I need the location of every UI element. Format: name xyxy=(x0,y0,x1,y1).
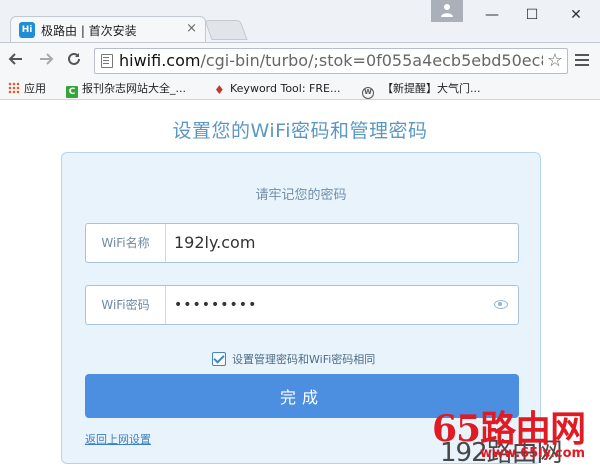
bookmark-reminder[interactable]: 【新提醒】大气门... xyxy=(382,81,481,97)
window-maximize-button[interactable]: ☐ xyxy=(510,0,554,30)
c-site-icon: C xyxy=(66,86,78,98)
bookmark-keyword-tool[interactable]: ♦ Keyword Tool: FRE... xyxy=(214,81,340,97)
address-bar[interactable]: hiwifi.com/cgi-bin/turbo/;stok=0f055a4ec… xyxy=(94,48,568,74)
window-minimize-button[interactable]: — xyxy=(470,0,514,30)
browser-tab[interactable]: Hi 极路由 | 首次安装 × xyxy=(10,16,206,43)
forward-arrow-icon[interactable] xyxy=(36,51,56,71)
tab-close-icon[interactable]: × xyxy=(186,21,197,36)
wifi-password-field: WiFi密码 xyxy=(85,285,519,325)
reload-icon[interactable] xyxy=(64,51,84,71)
tab-title: 极路由 | 首次安装 xyxy=(41,24,137,38)
bookmark-magazines[interactable]: C 报刊杂志网站大全_... xyxy=(66,81,186,98)
wifi-name-input[interactable] xyxy=(174,224,474,262)
watermark-logo: 65路由网 xyxy=(432,408,586,450)
address-url[interactable]: hiwifi.com/cgi-bin/turbo/;stok=0f055a4ec… xyxy=(119,51,543,70)
browser-toolbar: hiwifi.com/cgi-bin/turbo/;stok=0f055a4ec… xyxy=(0,42,600,78)
back-arrow-icon[interactable] xyxy=(6,51,26,71)
same-password-checkbox[interactable] xyxy=(212,352,226,366)
back-to-internet-settings-link[interactable]: 返回上网设置 xyxy=(85,431,151,447)
wordpress-icon: W xyxy=(362,87,374,99)
page-title: 设置您的WiFi密码和管理密码 xyxy=(172,120,428,142)
bookmark-label: Keyword Tool: FRE... xyxy=(230,82,341,95)
profile-button[interactable] xyxy=(431,0,463,22)
url-host: hiwifi.com xyxy=(119,51,201,70)
bookmark-wordpress[interactable]: W xyxy=(362,81,378,99)
watermark-url: www.65ly.com xyxy=(480,446,586,461)
same-password-option[interactable]: 设置管理密码和WiFi密码相同 xyxy=(212,348,376,366)
bookmark-label: 【新提醒】大气门... xyxy=(382,82,481,95)
bookmark-label: 报刊杂志网站大全_... xyxy=(82,82,186,95)
hiwifi-favicon-icon: Hi xyxy=(19,22,35,38)
wifi-password-input[interactable] xyxy=(174,286,474,324)
browser-menu-icon[interactable] xyxy=(575,52,591,70)
page-info-icon[interactable] xyxy=(101,54,113,68)
url-path: /cgi-bin/turbo/;stok=0f055a4ecb5ebd50ec8… xyxy=(200,51,543,70)
apps-grid-icon xyxy=(8,82,20,94)
bookmark-label: 应用 xyxy=(24,82,46,95)
show-password-eye-icon[interactable] xyxy=(494,300,508,309)
keyword-tool-icon: ♦ xyxy=(214,83,225,97)
wifi-name-field: WiFi名称 xyxy=(85,223,519,263)
bookmark-star-icon[interactable]: ☆ xyxy=(547,50,563,71)
wifi-name-label: WiFi名称 xyxy=(86,224,166,262)
user-icon xyxy=(441,4,453,17)
wifi-password-label: WiFi密码 xyxy=(86,286,166,324)
same-password-label: 设置管理密码和WiFi密码相同 xyxy=(232,353,376,366)
window-close-button[interactable]: ✕ xyxy=(554,0,598,30)
bookmarks-bar: 应用 C 报刊杂志网站大全_... ♦ Keyword Tool: FRE... W… xyxy=(0,78,600,100)
new-tab-button[interactable] xyxy=(204,20,248,40)
browser-titlebar: Hi 极路由 | 首次安装 × — ☐ ✕ xyxy=(0,0,600,43)
card-subtitle: 请牢记您的密码 xyxy=(255,188,347,203)
bookmark-apps[interactable]: 应用 xyxy=(8,81,46,97)
